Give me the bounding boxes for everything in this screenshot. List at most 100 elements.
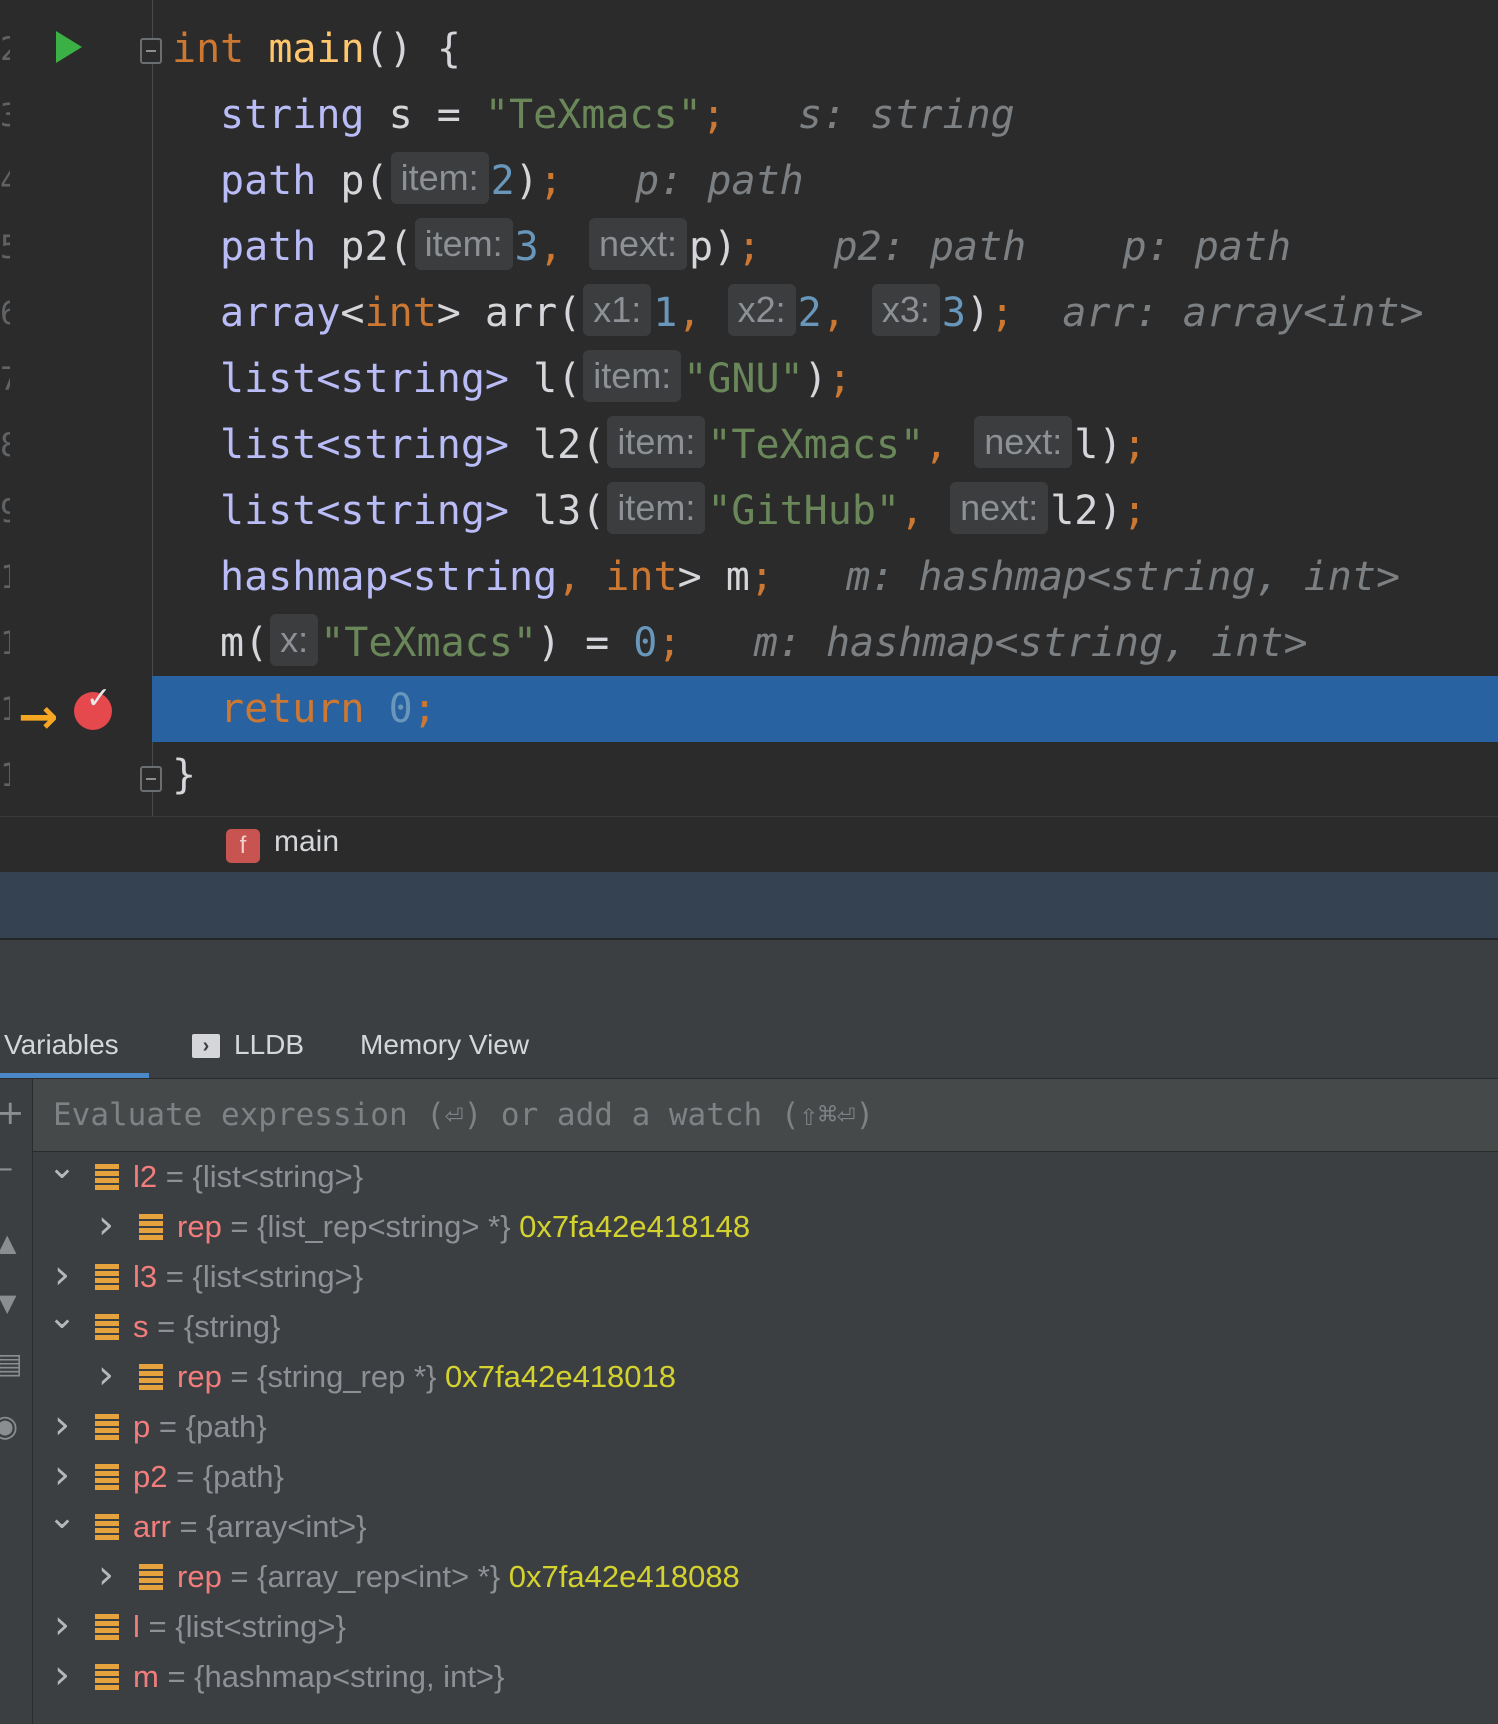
line-number: 5: [0, 228, 10, 266]
tab-memory-view[interactable]: Memory View: [360, 1010, 529, 1078]
code-line[interactable]: 12 return 0;: [0, 676, 1498, 742]
code-token: l3(: [508, 488, 606, 534]
chevron-right-icon[interactable]: ›: [91, 1552, 121, 1598]
code-line[interactable]: 2 int main() {: [0, 16, 1498, 82]
variable-row[interactable]: ⌄ s = {string}: [33, 1300, 1498, 1352]
code-line[interactable]: 3 string s = "TeXmacs"; s: string: [0, 82, 1498, 148]
equals-sign: =: [158, 1659, 195, 1694]
code-token: ;: [990, 290, 1015, 336]
line-number: 8: [0, 426, 10, 464]
code-line[interactable]: 13}: [0, 742, 1498, 808]
chevron-down-icon[interactable]: ⌄: [47, 1300, 77, 1334]
code-token: 2: [797, 290, 822, 336]
copy-icon[interactable]: ▤: [0, 1347, 22, 1380]
fold-close-icon[interactable]: [140, 766, 162, 792]
code-token: 0: [388, 686, 413, 732]
view-options-icon[interactable]: ◉: [0, 1409, 18, 1444]
variable-row[interactable]: › p = {path}: [33, 1402, 1498, 1452]
debugger-tabs: Variables › LLDB Memory View: [0, 1010, 1498, 1079]
variable-row[interactable]: ⌄ arr = {array<int>}: [33, 1500, 1498, 1552]
evaluate-expression-input[interactable]: [33, 1079, 1498, 1151]
type-hint: m: hashmap<string, int>: [773, 554, 1401, 600]
variable-type: {path}: [202, 1459, 284, 1494]
function-icon: f: [226, 829, 260, 863]
line-number: 7: [0, 360, 10, 398]
variable-row[interactable]: › rep = {list_rep<string> *} 0x7fa42e4181…: [33, 1202, 1498, 1252]
code-token: ;: [701, 92, 726, 138]
code-token: 2: [490, 158, 515, 204]
variable-text: l = {list<string>}: [133, 1602, 346, 1652]
variable-row[interactable]: › rep = {string_rep *} 0x7fa42e418018: [33, 1352, 1498, 1402]
code-text: m(x: "TeXmacs") = 0; m: hashmap<string, i…: [220, 610, 1308, 676]
variable-text: l3 = {list<string>}: [133, 1252, 363, 1302]
equals-sign: =: [221, 1559, 258, 1594]
variable-icon: [139, 1564, 163, 1590]
add-watch-icon[interactable]: +: [0, 1093, 25, 1133]
chevron-down-icon[interactable]: ⌄: [47, 1500, 77, 1534]
chevron-right-icon[interactable]: ›: [47, 1652, 77, 1698]
remove-watch-icon[interactable]: –: [0, 1151, 13, 1186]
code-text: list<string> l2(item: "TeXmacs", next: l);: [220, 412, 1147, 478]
code-editor[interactable]: 2 int main() {3 string s = "TeXmacs"; s: s…: [0, 0, 1498, 816]
chevron-right-icon[interactable]: ›: [91, 1202, 121, 1248]
variable-text: rep = {array_rep<int> *} 0x7fa42e418088: [177, 1552, 740, 1602]
code-token: p(: [316, 158, 389, 204]
evaluate-expression-bar: [33, 1079, 1498, 1152]
code-line[interactable]: 4 path p(item: 2); p: path: [0, 148, 1498, 214]
code-line[interactable]: 6 array<int> arr(x1: 1, x2: 2, x3: 3); arr: …: [0, 280, 1498, 346]
parameter-hint: x2:: [727, 284, 796, 336]
chevron-right-icon[interactable]: ›: [47, 1252, 77, 1298]
code-token: }: [172, 752, 197, 798]
variable-text: rep = {list_rep<string> *} 0x7fa42e41814…: [177, 1202, 750, 1252]
code-token: ;: [412, 686, 437, 732]
variable-row[interactable]: › p2 = {path}: [33, 1452, 1498, 1502]
variable-icon: [95, 1314, 119, 1340]
variable-row[interactable]: › rep = {array_rep<int> *} 0x7fa42e418088: [33, 1552, 1498, 1602]
variable-row[interactable]: ⌄ l2 = {list<string>}: [33, 1150, 1498, 1202]
code-line[interactable]: 11 m(x:"TeXmacs") = 0; m: hashmap<string,…: [0, 610, 1498, 676]
code-token: return: [220, 686, 389, 732]
equals-sign: =: [148, 1309, 184, 1344]
parameter-hint: next:: [588, 218, 687, 270]
code-line[interactable]: 7 list<string> l(item: "GNU");: [0, 346, 1498, 412]
equals-sign: =: [157, 1159, 193, 1194]
move-down-icon[interactable]: ▼: [0, 1289, 16, 1317]
code-token: ,: [899, 488, 949, 534]
code-token: l2): [1050, 488, 1123, 534]
line-number: 2: [0, 30, 10, 68]
code-token: ,: [538, 224, 587, 270]
code-token: l(: [508, 356, 582, 402]
tab-lldb[interactable]: › LLDB: [192, 1010, 304, 1078]
move-up-icon[interactable]: ▲: [0, 1229, 16, 1257]
run-gutter-icon[interactable]: [56, 31, 82, 63]
code-token: "GNU": [683, 356, 804, 402]
line-number: 4: [0, 162, 10, 200]
variable-type: {array<int>}: [206, 1509, 367, 1544]
variable-row[interactable]: › m = {hashmap<string, int>}: [33, 1652, 1498, 1702]
variable-type: {list<string>}: [175, 1609, 346, 1644]
terminal-icon: ›: [192, 1034, 220, 1058]
variable-icon: [95, 1514, 119, 1540]
code-line[interactable]: 9 list<string> l3(item: "GitHub", next: l2)…: [0, 478, 1498, 544]
variable-row[interactable]: › l3 = {list<string>}: [33, 1252, 1498, 1302]
parameter-hint: item:: [583, 350, 682, 402]
code-token: int: [172, 26, 269, 72]
variable-type: {string_rep *}: [257, 1359, 437, 1394]
code-text: list<string> l3(item: "GitHub", next: l2);: [220, 478, 1147, 544]
chevron-right-icon[interactable]: ›: [47, 1402, 77, 1448]
code-token: ,: [677, 290, 726, 336]
tab-variables[interactable]: Variables: [0, 1010, 149, 1078]
variable-row[interactable]: › l = {list<string>}: [33, 1602, 1498, 1652]
code-line[interactable]: 5 path p2(item: 3, next: p); p2: path p: pa…: [0, 214, 1498, 280]
code-text: string s = "TeXmacs"; s: string: [220, 82, 1015, 148]
chevron-right-icon[interactable]: ›: [47, 1452, 77, 1498]
chevron-right-icon[interactable]: ›: [47, 1602, 77, 1648]
code-line[interactable]: 8 list<string> l2(item: "TeXmacs", next: l)…: [0, 412, 1498, 478]
breadcrumb-item-main[interactable]: main: [274, 825, 339, 859]
chevron-down-icon[interactable]: ⌄: [47, 1150, 77, 1184]
code-line[interactable]: 10 hashmap<string, int> m; m: hashmap<str…: [0, 544, 1498, 610]
equals-sign: =: [150, 1409, 186, 1444]
fold-open-icon[interactable]: [140, 38, 162, 64]
chevron-right-icon[interactable]: ›: [91, 1352, 121, 1398]
code-token: path: [220, 158, 317, 204]
